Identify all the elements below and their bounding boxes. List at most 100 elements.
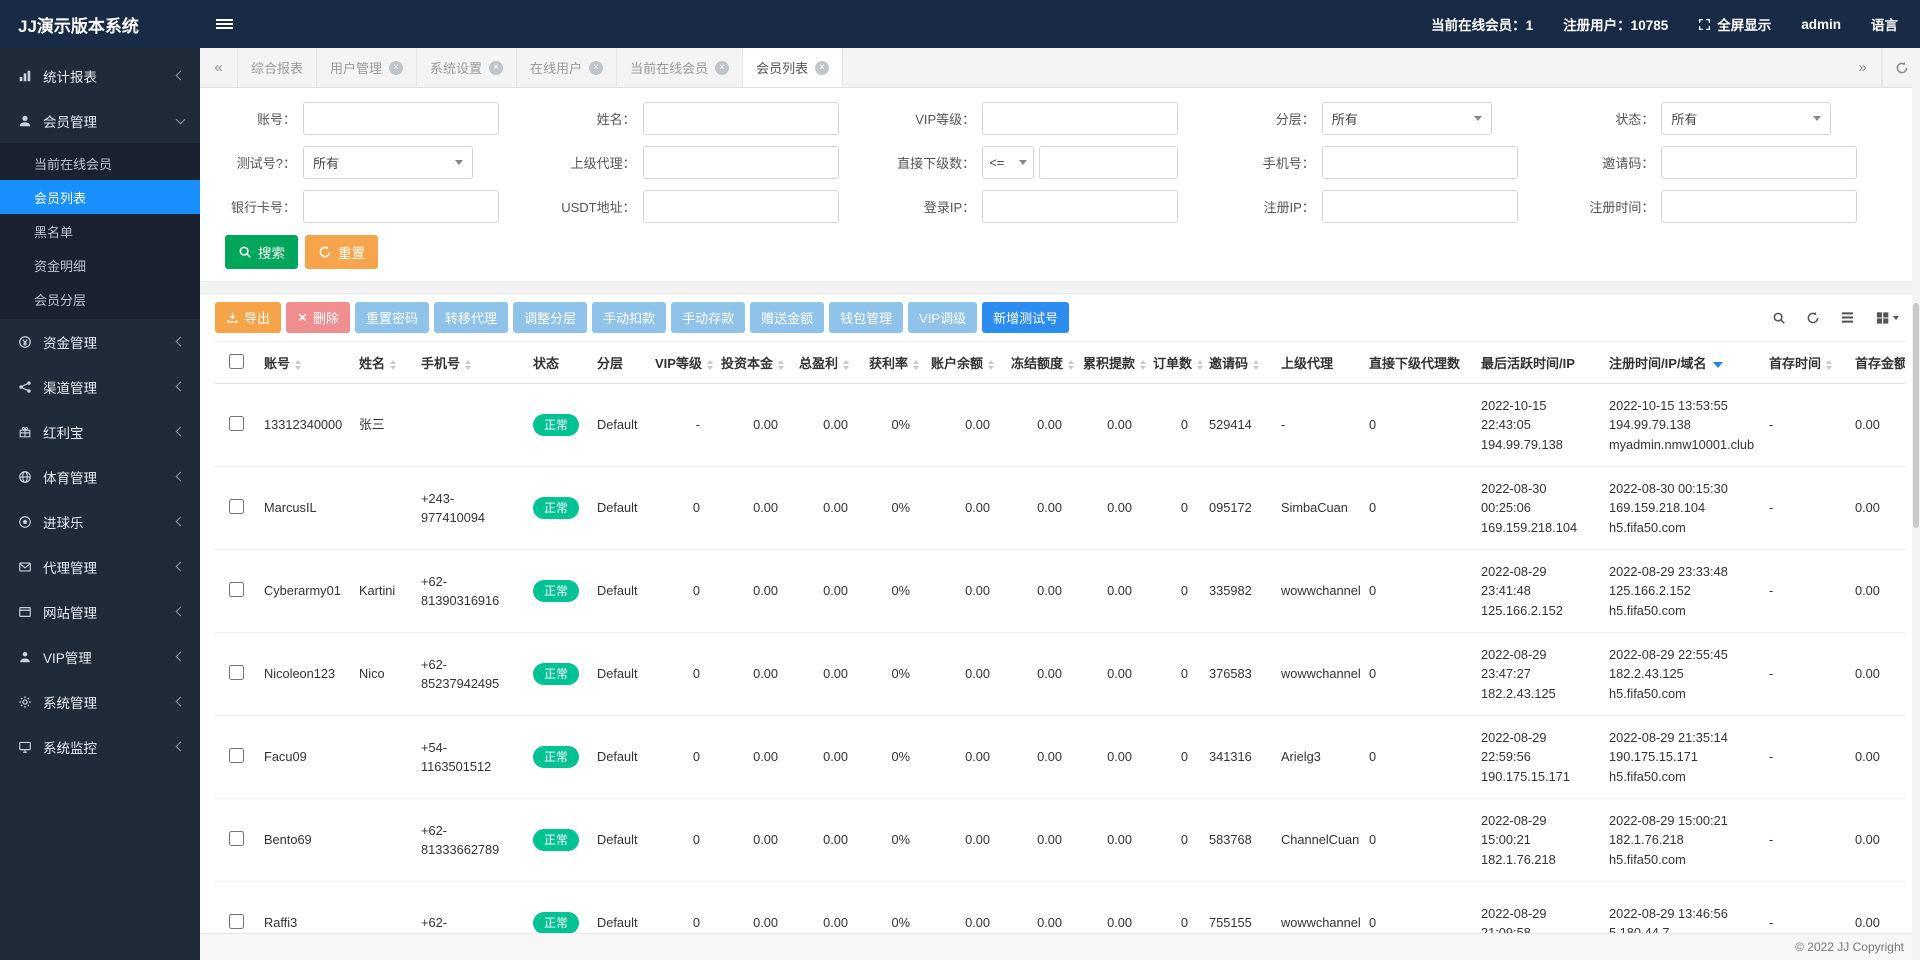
col-header-rate[interactable]: 获利率 — [862, 342, 924, 384]
tab-online-users[interactable]: 在线用户× — [517, 48, 617, 87]
sidebar-item-blacklist[interactable]: 黑名单 — [0, 214, 200, 248]
col-header-orders[interactable]: 订单数 — [1146, 342, 1202, 384]
table-search-button[interactable] — [1770, 309, 1788, 327]
content: 账号：姓名：VIP等级：分层：所有状态：所有测试号?：所有上级代理：直接下级数：… — [200, 88, 1920, 960]
manual-deduct-button[interactable]: 手动扣款 — [592, 302, 666, 333]
tab-close-icon[interactable]: × — [715, 61, 729, 75]
col-header-frozen[interactable]: 冻结额度 — [1004, 342, 1076, 384]
vip-level-input[interactable] — [982, 102, 1178, 135]
sidebar-item-goal-fun[interactable]: 进球乐 — [0, 499, 200, 544]
language-menu[interactable]: 语言 — [1871, 14, 1898, 34]
account-input[interactable] — [303, 102, 499, 135]
transfer-agent-button[interactable]: 转移代理 — [434, 302, 508, 333]
col-header-withdraw[interactable]: 累积提款 — [1076, 342, 1146, 384]
search-button[interactable]: 搜索 — [225, 235, 298, 269]
table-columns-button[interactable] — [1873, 308, 1901, 327]
invite-code-input[interactable] — [1661, 146, 1857, 179]
login-ip-input[interactable] — [982, 190, 1178, 223]
sidebar-item-system-manage[interactable]: 系统管理 — [0, 679, 200, 724]
register-time-input[interactable] — [1661, 190, 1857, 223]
selected-value: 所有 — [1671, 109, 1697, 128]
sidebar-item-stats-report[interactable]: 统计报表 — [0, 53, 200, 98]
vertical-scrollbar[interactable] — [1912, 48, 1920, 960]
sidebar-item-system-monitor[interactable]: 系统监控 — [0, 724, 200, 769]
reset-password-button[interactable]: 重置密码 — [355, 302, 429, 333]
col-header-phone[interactable]: 手机号 — [414, 342, 526, 384]
select-all-checkbox[interactable] — [229, 354, 244, 369]
gift-amount-button[interactable]: 赠送金额 — [750, 302, 824, 333]
table-refresh-button[interactable] — [1804, 309, 1822, 327]
status-select[interactable]: 所有 — [1661, 102, 1831, 135]
tab-close-icon[interactable]: × — [389, 61, 403, 75]
sidebar-item-sports-manage[interactable]: 体育管理 — [0, 454, 200, 499]
row-checkbox[interactable] — [229, 831, 244, 846]
sidebar-item-member-list[interactable]: 会员列表 — [0, 180, 200, 214]
sidebar-item-agent-manage[interactable]: 代理管理 — [0, 544, 200, 589]
sidebar-item-bonus-treasure[interactable]: 红利宝 — [0, 409, 200, 454]
col-header-name[interactable]: 姓名 — [352, 342, 414, 384]
parent-agent-input[interactable] — [643, 146, 839, 179]
col-header-tier[interactable]: 分层 — [590, 342, 648, 384]
test-account-select[interactable]: 所有 — [303, 146, 473, 179]
col-header-sub_agents[interactable]: 直接下级代理数 — [1362, 342, 1474, 384]
form-actions: 搜索 重置 — [215, 235, 1905, 269]
name-input[interactable] — [643, 102, 839, 135]
col-header-balance[interactable]: 账户余额 — [924, 342, 1004, 384]
row-checkbox[interactable] — [229, 748, 244, 763]
phone-input[interactable] — [1322, 146, 1518, 179]
wallet-manage-button[interactable]: 钱包管理 — [829, 302, 903, 333]
col-header-invest[interactable]: 投资本金 — [714, 342, 792, 384]
add-test-account-button[interactable]: 新增测试号 — [982, 302, 1069, 333]
sidebar-item-member-manage[interactable]: 会员管理 — [0, 98, 200, 143]
scrollbar-thumb[interactable] — [1913, 303, 1919, 528]
row-checkbox[interactable] — [229, 914, 244, 929]
col-header-register[interactable]: 注册时间/IP/域名 — [1602, 342, 1762, 384]
delete-button[interactable]: 删除 — [286, 302, 350, 333]
tab-current-online-members[interactable]: 当前在线会员× — [617, 48, 743, 87]
usdt-address-input[interactable] — [643, 190, 839, 223]
sidebar-item-member-tier[interactable]: 会员分层 — [0, 282, 200, 316]
table-toggle-view-button[interactable] — [1838, 308, 1857, 327]
direct-subordinates-operator-select[interactable]: <= — [982, 146, 1034, 179]
col-header-first_time[interactable]: 首存时间 — [1762, 342, 1848, 384]
row-checkbox[interactable] — [229, 582, 244, 597]
col-header-status[interactable]: 状态 — [526, 342, 590, 384]
tab-close-icon[interactable]: × — [589, 61, 603, 75]
tab-close-icon[interactable]: × — [489, 61, 503, 75]
col-header-first_amount[interactable]: 首存金额 — [1848, 342, 1905, 384]
tabs-scroll-right-button[interactable]: » — [1844, 48, 1882, 87]
bank-card-input[interactable] — [303, 190, 499, 223]
tier-select[interactable]: 所有 — [1322, 102, 1492, 135]
export-button[interactable]: 导出 — [215, 302, 281, 333]
sidebar-item-vip-manage[interactable]: VIP管理 — [0, 634, 200, 679]
tabs-scroll-left-button[interactable]: « — [200, 48, 238, 87]
tab-user-manage[interactable]: 用户管理× — [317, 48, 417, 87]
row-checkbox[interactable] — [229, 499, 244, 514]
tab-summary-report[interactable]: 综合报表 — [238, 48, 317, 87]
sidebar-item-site-manage[interactable]: 网站管理 — [0, 589, 200, 634]
reset-button[interactable]: 重置 — [305, 235, 378, 269]
col-header-agent[interactable]: 上级代理 — [1274, 342, 1362, 384]
tab-member-list[interactable]: 会员列表× — [743, 48, 843, 87]
tab-system-settings[interactable]: 系统设置× — [417, 48, 517, 87]
col-header-vip[interactable]: VIP等级 — [648, 342, 714, 384]
fullscreen-button[interactable]: 全屏显示 — [1698, 14, 1771, 34]
row-checkbox[interactable] — [229, 416, 244, 431]
manual-deposit-button[interactable]: 手动存款 — [671, 302, 745, 333]
col-header-account[interactable]: 账号 — [257, 342, 352, 384]
tab-close-icon[interactable]: × — [815, 61, 829, 75]
direct-subordinates-input[interactable] — [1039, 146, 1178, 179]
sidebar-item-funds-manage[interactable]: 资金管理 — [0, 319, 200, 364]
register-ip-input[interactable] — [1322, 190, 1518, 223]
admin-menu[interactable]: admin — [1801, 17, 1841, 32]
col-header-profit[interactable]: 总盈利 — [792, 342, 862, 384]
vip-adjust-button[interactable]: VIP调级 — [908, 302, 977, 333]
col-header-last_active[interactable]: 最后活跃时间/IP — [1474, 342, 1602, 384]
sidebar-item-current-online-members[interactable]: 当前在线会员 — [0, 146, 200, 180]
sidebar-item-channel-manage[interactable]: 渠道管理 — [0, 364, 200, 409]
row-checkbox[interactable] — [229, 665, 244, 680]
sidebar-toggle-button[interactable] — [200, 0, 248, 48]
col-header-invite[interactable]: 邀请码 — [1202, 342, 1274, 384]
sidebar-item-funds-detail[interactable]: 资金明细 — [0, 248, 200, 282]
adjust-tier-button[interactable]: 调整分层 — [513, 302, 587, 333]
